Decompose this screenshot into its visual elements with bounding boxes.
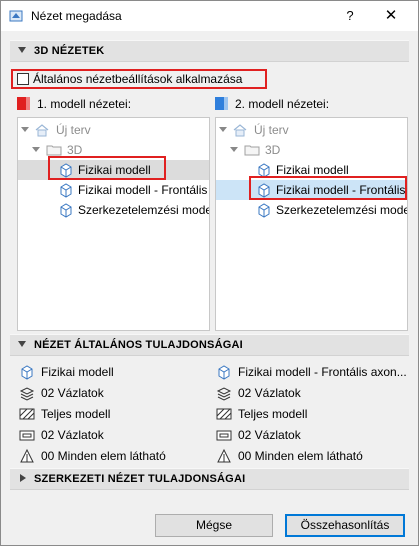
window-title: Nézet megadása (31, 9, 122, 23)
tree-item[interactable]: Fizikai modell - Frontális (18, 180, 209, 200)
folder-icon (244, 145, 260, 156)
tree-item-label: Szerkezetelemzési modell (276, 203, 408, 217)
model1-view-tree[interactable]: Új terv 3D Fizikai modell Fizikai modell… (17, 117, 210, 331)
dialog-window: Nézet megadása ? ✕ 3D NÉZETEK Általános … (0, 0, 419, 546)
general-settings-checkbox[interactable] (17, 73, 29, 85)
prop-pen-set: 02 Vázlatok (19, 426, 209, 444)
general-settings-checkbox-row[interactable]: Általános nézetbeállítások alkalmazása (11, 69, 267, 89)
pen-set-icon (19, 430, 35, 441)
tree-folder-label: 3D (67, 143, 83, 157)
pen-set-icon (216, 430, 232, 441)
model1-color-swatch (17, 97, 30, 110)
prop-value: Teljes modell (41, 407, 111, 421)
tree-root-node[interactable]: Új terv (18, 120, 209, 140)
cube-view-icon (258, 203, 270, 218)
tree-folder-node[interactable]: 3D (216, 140, 407, 160)
section-general-properties[interactable]: NÉZET ÁLTALÁNOS TULAJDONSÁGAI (10, 334, 409, 356)
tree-item-label: Szerkezetelemzési modell (78, 203, 210, 217)
section-structural-properties[interactable]: SZERKEZETI NÉZET TULAJDONSÁGAI (10, 468, 409, 490)
model2-view-tree[interactable]: Új terv 3D Fizikai modell Fizikai modell… (215, 117, 408, 331)
tree-root-node[interactable]: Új terv (216, 120, 407, 140)
app-icon (9, 10, 23, 22)
visibility-icon (20, 448, 34, 463)
prop-value: Fizikai modell - Frontális axon... (238, 365, 407, 379)
prop-layers: 02 Vázlatok (216, 384, 406, 402)
prop-value: Teljes modell (238, 407, 308, 421)
prop-pen-set: 02 Vázlatok (216, 426, 406, 444)
expand-arrow-icon[interactable] (21, 127, 29, 135)
expand-arrow-icon (20, 474, 26, 482)
tree-item[interactable]: Szerkezetelemzési modell (216, 200, 407, 220)
prop-value: 02 Vázlatok (238, 428, 301, 442)
model2-color-swatch (215, 97, 228, 110)
prop-view-name: Fizikai modell (19, 363, 209, 381)
model2-heading-text: 2. modell nézetei: (235, 97, 330, 111)
hatch-icon (19, 408, 35, 420)
cube-view-icon (21, 365, 33, 380)
section-title: 3D NÉZETEK (34, 45, 105, 57)
prop-model-view: Teljes modell (216, 405, 406, 423)
cube-view-icon (218, 365, 230, 380)
house-icon (233, 124, 247, 137)
highlight-frame (48, 156, 166, 180)
expand-arrow-icon[interactable] (32, 147, 40, 155)
section-3d-views[interactable]: 3D NÉZETEK (10, 40, 409, 62)
tree-item[interactable]: Szerkezetelemzési modell (18, 200, 209, 220)
prop-visibility: 00 Minden elem látható (19, 447, 209, 465)
tree-folder-label: 3D (265, 143, 281, 157)
cancel-button[interactable]: Mégse (155, 514, 273, 537)
house-icon (35, 124, 49, 137)
title-bar: Nézet megadása ? ✕ (1, 1, 418, 31)
prop-value: 02 Vázlatok (41, 428, 104, 442)
close-button[interactable]: ✕ (373, 5, 409, 27)
section-title: SZERKEZETI NÉZET TULAJDONSÁGAI (34, 473, 246, 485)
tree-root-label: Új terv (56, 123, 91, 137)
prop-value: 02 Vázlatok (41, 386, 104, 400)
prop-value: 00 Minden elem látható (238, 449, 363, 463)
highlight-frame (249, 176, 407, 200)
prop-visibility: 00 Minden elem látható (216, 447, 406, 465)
prop-layers: 02 Vázlatok (19, 384, 209, 402)
compare-button[interactable]: Összehasonlítás (285, 514, 405, 537)
layers-icon (19, 387, 35, 401)
prop-value: Fizikai modell (41, 365, 114, 379)
prop-model-view: Teljes modell (19, 405, 209, 423)
prop-value: 02 Vázlatok (238, 386, 301, 400)
cube-view-icon (60, 203, 72, 218)
hatch-icon (216, 408, 232, 420)
help-button[interactable]: ? (339, 5, 361, 27)
tree-root-label: Új terv (254, 123, 289, 137)
section-title: NÉZET ÁLTALÁNOS TULAJDONSÁGAI (34, 339, 243, 351)
visibility-icon (217, 448, 231, 463)
collapse-arrow-icon (18, 341, 26, 347)
layers-icon (216, 387, 232, 401)
prop-view-name: Fizikai modell - Frontális axon... (216, 363, 412, 381)
prop-value: 00 Minden elem látható (41, 449, 166, 463)
cube-view-icon (60, 183, 72, 198)
model1-heading-text: 1. modell nézetei: (37, 97, 132, 111)
checkbox-label: Általános nézetbeállítások alkalmazása (33, 72, 243, 86)
tree-item-label: Fizikai modell (276, 163, 349, 177)
expand-arrow-icon[interactable] (230, 147, 238, 155)
expand-arrow-icon[interactable] (219, 127, 227, 135)
tree-item-label: Fizikai modell - Frontális (78, 183, 208, 197)
collapse-arrow-icon (18, 47, 26, 53)
